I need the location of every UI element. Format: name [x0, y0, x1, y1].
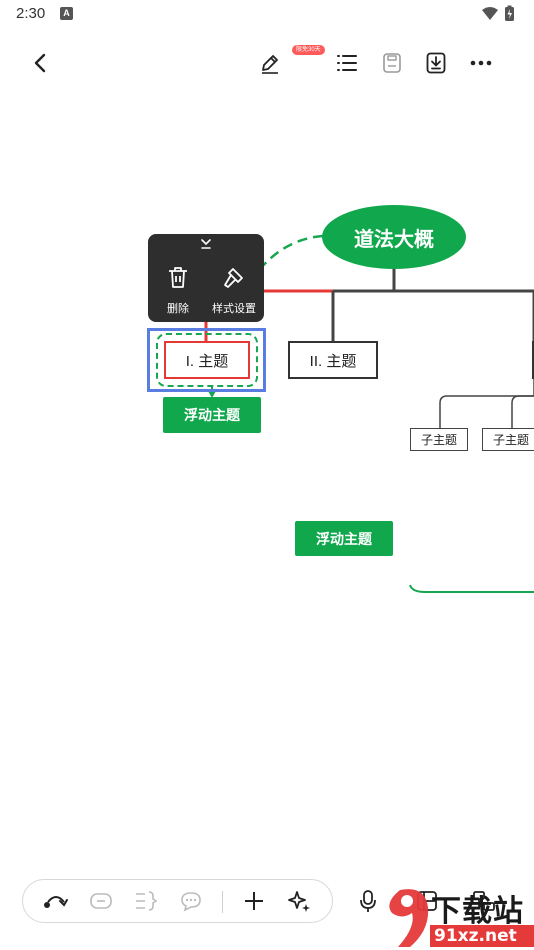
floating-topic-node-1[interactable]: 浮动主题 [163, 397, 261, 433]
add-icon [245, 892, 263, 910]
watermark-site-name: 下载站 [431, 894, 524, 929]
style-settings-menu-item[interactable]: 样式设置 [206, 264, 262, 318]
floating-topic-node-2[interactable]: 浮动主题 [295, 521, 393, 556]
topic-node-1[interactable]: I. 主题 [164, 341, 250, 379]
summary-brace-icon [136, 891, 158, 911]
label-icon [90, 893, 112, 909]
bottom-toolbar [22, 879, 333, 923]
root-topic-node[interactable]: 道法大概 [322, 205, 466, 269]
trash-icon [169, 267, 187, 288]
hammer-icon [224, 268, 243, 288]
subtopic-node-2[interactable]: 子主题 [482, 428, 534, 451]
summary-button[interactable] [131, 886, 161, 916]
mindmap-connectors [204, 234, 534, 593]
connect-curve-icon [44, 896, 68, 908]
label-button[interactable] [86, 886, 116, 916]
style-settings-label: 样式设置 [212, 303, 256, 315]
comment-icon [181, 892, 201, 912]
microphone-icon [360, 890, 376, 912]
chevron-double-down-icon [201, 239, 211, 249]
ai-button[interactable] [284, 886, 314, 916]
delete-menu-item[interactable]: 删除 [150, 264, 206, 318]
comment-button[interactable] [176, 886, 206, 916]
watermark-url: 91xz.net [430, 925, 534, 947]
node-context-menu: 删除 样式设置 [148, 234, 264, 322]
add-node-button[interactable] [239, 886, 269, 916]
collapse-menu-button[interactable] [196, 238, 216, 252]
subtopic-node-1[interactable]: 子主题 [410, 428, 468, 451]
connect-button[interactable] [41, 886, 71, 916]
toolbar-separator [222, 891, 223, 913]
topic-node-2[interactable]: II. 主题 [288, 341, 378, 379]
ai-sparkle-icon [288, 891, 310, 912]
delete-label: 删除 [167, 303, 189, 315]
